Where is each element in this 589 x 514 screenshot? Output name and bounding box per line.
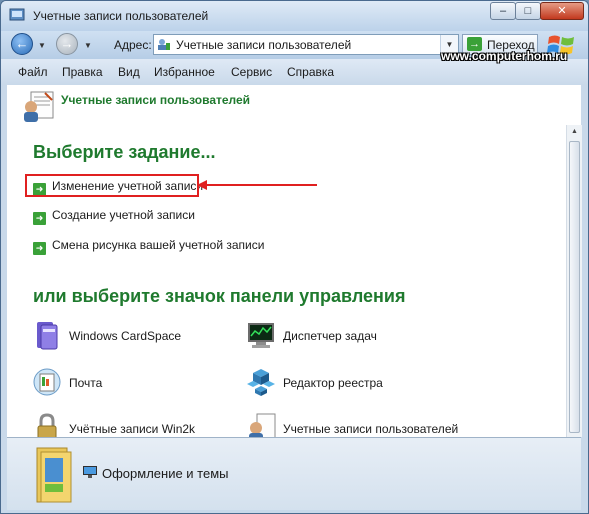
cp-item-user-accounts[interactable]: Учетные записи пользователей <box>245 412 475 437</box>
forward-dropdown-icon[interactable]: ▼ <box>84 41 92 50</box>
title-bar[interactable]: Учетные записи пользователей – □ ✕ <box>1 1 588 31</box>
details-pane: Оформление и темы <box>7 437 581 510</box>
window-title: Учетные записи пользователей <box>33 9 209 23</box>
task-manager-icon <box>248 323 274 348</box>
cp-item-cardspace[interactable]: Windows CardSpace <box>31 319 231 355</box>
forward-button[interactable]: → <box>56 33 78 55</box>
menu-file[interactable]: Файл <box>18 65 48 79</box>
vertical-scrollbar[interactable]: ▲ <box>566 125 582 437</box>
cardspace-icon <box>37 322 58 350</box>
minimize-button[interactable]: – <box>490 2 516 20</box>
watermark-text: www.computerhom.ru <box>441 49 568 63</box>
forward-arrow-icon: → <box>60 36 74 51</box>
menu-edit[interactable]: Правка <box>62 65 103 79</box>
cp-item-task-manager[interactable]: Диспетчер задач <box>245 319 445 355</box>
cp-item-registry-editor[interactable]: Редактор реестра <box>245 366 445 402</box>
control-panel-icon <box>9 8 25 21</box>
menu-help[interactable]: Справка <box>287 65 334 79</box>
scroll-thumb[interactable] <box>569 141 580 433</box>
cp-item-mail[interactable]: Почта <box>31 366 231 402</box>
green-arrow-icon: ➜ <box>33 212 46 225</box>
display-themes-icon <box>83 466 97 478</box>
close-button[interactable]: ✕ <box>540 2 584 20</box>
task-heading: Выберите задание... <box>33 142 216 162</box>
scroll-up-icon[interactable]: ▲ <box>567 125 582 139</box>
cp-item-win2k-accounts[interactable]: Учётные записи Win2k <box>31 412 231 437</box>
user-accounts-small-icon <box>158 39 170 50</box>
cp-item-label: Учетные записи пользователей <box>283 422 459 436</box>
address-label: Адрес: <box>114 38 152 52</box>
highlight-box <box>25 174 199 197</box>
cp-item-label: Редактор реестра <box>283 376 383 390</box>
task-label: Создание учетной записи <box>52 208 195 222</box>
win2k-accounts-icon <box>37 413 57 437</box>
appearance-themes-link[interactable]: Оформление и темы <box>102 466 229 481</box>
user-accounts-icon <box>249 413 276 437</box>
content-pane: Учетные записи пользователей ▲ Выберите … <box>7 85 582 437</box>
user-accounts-icon <box>24 91 54 122</box>
folder-icon <box>36 447 72 503</box>
registry-editor-icon <box>247 369 275 396</box>
menu-view[interactable]: Вид <box>118 65 140 79</box>
back-dropdown-icon[interactable]: ▼ <box>38 41 46 50</box>
back-arrow-icon: ← <box>15 36 29 51</box>
control-panel-heading: или выберите значок панели управления <box>33 286 406 306</box>
maximize-button[interactable]: □ <box>515 2 541 20</box>
menu-favorites[interactable]: Избранное <box>154 65 215 79</box>
panel-title: Учетные записи пользователей <box>61 93 251 107</box>
cp-item-label: Учётные записи Win2k <box>69 422 196 436</box>
explorer-window: Учетные записи пользователей – □ ✕ ← ▼ →… <box>0 0 589 514</box>
cp-item-label: Почта <box>69 376 103 390</box>
address-input[interactable]: Учетные записи пользователей ▼ <box>153 34 459 55</box>
task-label: Смена рисунка вашей учетной записи <box>52 238 265 252</box>
task-create-account[interactable]: ➜ Создание учетной записи <box>33 208 195 225</box>
cp-item-label: Диспетчер задач <box>283 329 377 343</box>
green-arrow-icon: ➜ <box>33 242 46 255</box>
back-button[interactable]: ← <box>11 33 33 55</box>
address-value: Учетные записи пользователей <box>176 38 352 52</box>
red-pointer-arrow-icon <box>197 180 317 190</box>
cp-item-label: Windows CardSpace <box>69 329 182 343</box>
menu-tools[interactable]: Сервис <box>231 65 272 79</box>
task-change-picture[interactable]: ➜ Смена рисунка вашей учетной записи <box>33 238 264 255</box>
mail-icon <box>33 368 61 396</box>
